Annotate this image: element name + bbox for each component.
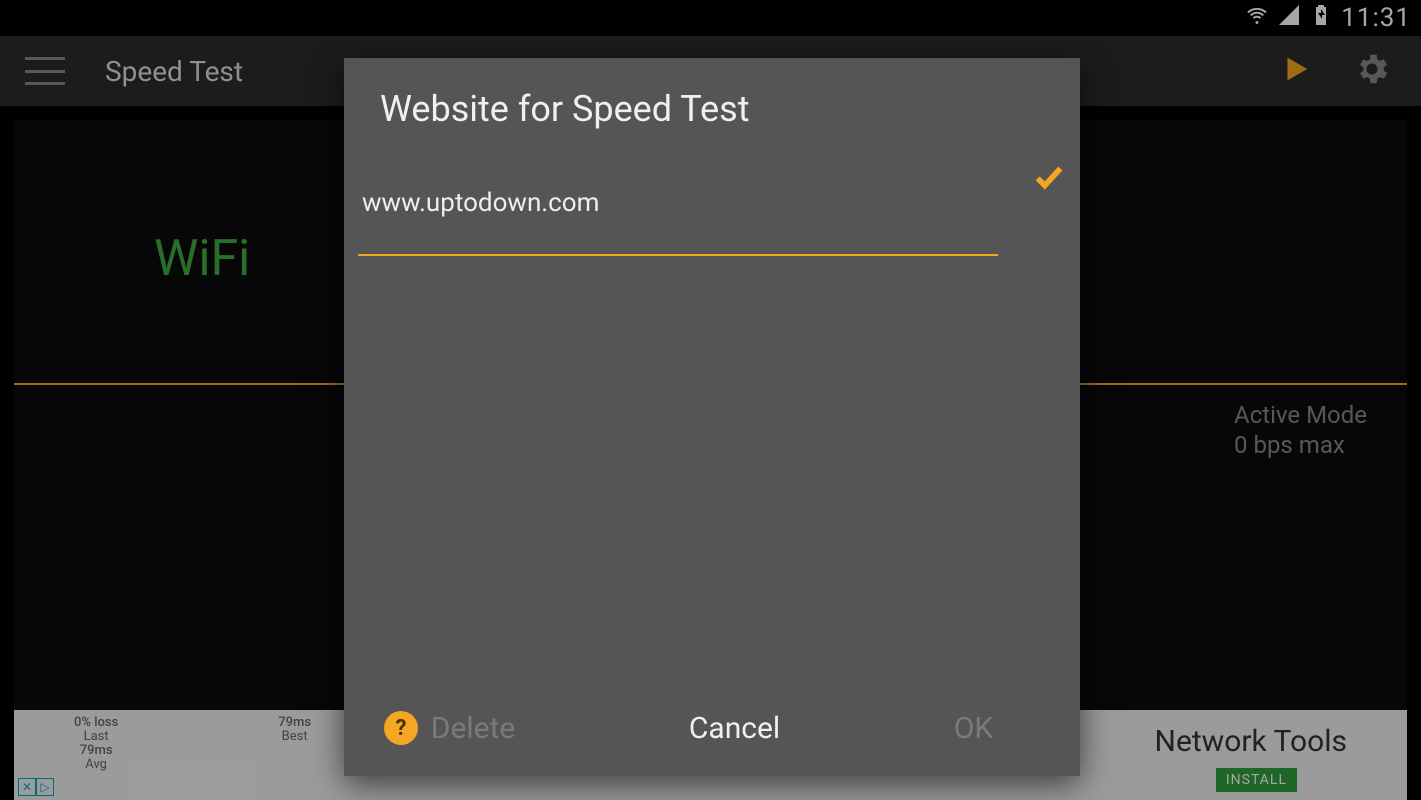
website-dialog: Website for Speed Test ? Delete Cancel O… — [344, 58, 1080, 776]
confirm-check-icon[interactable] — [1032, 160, 1066, 198]
cancel-button[interactable]: Cancel — [669, 701, 800, 756]
dialog-title: Website for Speed Test — [344, 58, 1080, 150]
dialog-button-row: ? Delete Cancel OK — [344, 680, 1080, 776]
help-icon[interactable]: ? — [384, 711, 418, 745]
delete-button[interactable]: Delete — [411, 701, 536, 756]
website-input[interactable] — [358, 180, 998, 256]
ok-button[interactable]: OK — [934, 701, 1013, 756]
